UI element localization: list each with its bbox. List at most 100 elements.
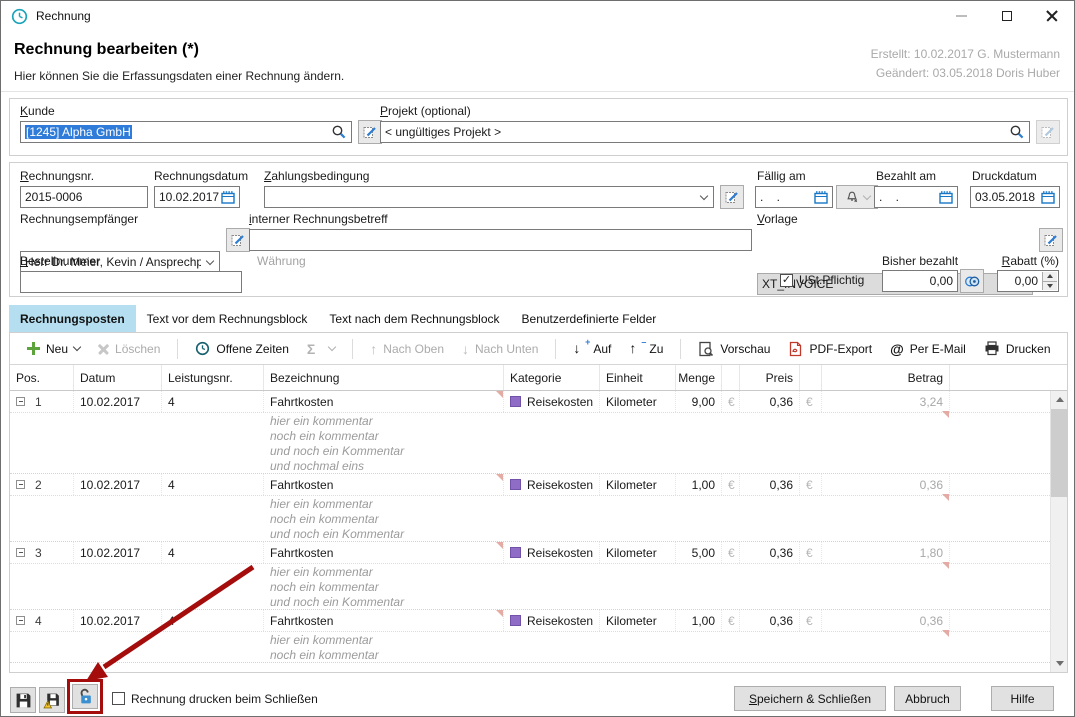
spin-down-icon[interactable]	[1043, 282, 1057, 291]
collapse-row-icon[interactable]	[16, 480, 25, 489]
sum-button[interactable]: Σ	[302, 338, 340, 360]
category-color-swatch	[510, 615, 521, 626]
move-down-button[interactable]: ↓ Nach Unten	[457, 339, 543, 359]
col-menge[interactable]: Menge	[676, 365, 722, 390]
page-subtitle: Hier können Sie die Erfassungsdaten eine…	[14, 69, 344, 83]
table-row[interactable]: 1 10.02.2017 4 Fahrtkosten Reisekosten K…	[10, 391, 1050, 474]
table-header: Pos. Datum Leistungsnr. Bezeichnung Kate…	[10, 365, 1067, 391]
col-leistungsnr[interactable]: Leistungsnr.	[162, 365, 264, 390]
vorlage-label: Vorlage	[757, 212, 798, 226]
col-betrag[interactable]: Betrag	[822, 365, 950, 390]
email-button[interactable]: @ Per E-Mail	[885, 338, 971, 360]
position-comment: hier ein kommentar	[10, 496, 1050, 511]
maximize-button[interactable]	[984, 1, 1029, 31]
collapse-row-icon[interactable]	[16, 616, 25, 625]
changed-marker	[942, 494, 949, 501]
bisher-bezahlt-input[interactable]: 0,00	[882, 270, 958, 292]
scroll-down-icon[interactable]	[1051, 655, 1068, 672]
modified-info: Geändert: 03.05.2018 Doris Huber	[871, 64, 1060, 83]
search-icon	[1009, 124, 1025, 140]
expand-all-button[interactable]: ↓ + Auf	[568, 338, 616, 359]
spin-up-icon[interactable]	[1043, 272, 1057, 282]
save-and-close-button[interactable]: Speichern & Schließen	[734, 686, 886, 711]
col-kategorie[interactable]: Kategorie	[504, 365, 600, 390]
col-pos[interactable]: Pos.	[10, 365, 74, 390]
spinner-buttons[interactable]	[1042, 272, 1057, 290]
table-row[interactable]: 3 10.02.2017 4 Fahrtkosten Reisekosten K…	[10, 542, 1050, 610]
collapse-row-icon[interactable]	[16, 397, 25, 406]
annotation-highlight-box	[67, 679, 103, 714]
tab-text-vor-rechnungsblock[interactable]: Text vor dem Rechnungsblock	[136, 305, 319, 332]
close-button[interactable]	[1029, 1, 1074, 31]
chevron-down-icon	[700, 192, 708, 200]
collapse-row-icon[interactable]	[16, 548, 25, 557]
print-button[interactable]: Drucken	[979, 338, 1056, 359]
faellig-am-input[interactable]: . .	[755, 186, 833, 208]
druckdatum-input[interactable]: 03.05.2018	[970, 186, 1060, 208]
toolbar-separator	[352, 339, 353, 359]
col-currency-2	[800, 365, 822, 390]
zahlungsbedingung-combobox[interactable]	[264, 186, 714, 208]
preview-button[interactable]: Vorschau	[693, 338, 775, 360]
table-row[interactable]: 2 10.02.2017 4 Fahrtkosten Reisekosten K…	[10, 474, 1050, 542]
bestellnummer-label: Bestellnummer	[20, 254, 100, 268]
position-comment: noch ein kommentar	[10, 428, 1050, 443]
ust-pflichtig-checkbox[interactable]: ✓	[780, 274, 793, 287]
projekt-edit-button[interactable]	[1036, 120, 1060, 144]
table-row[interactable]: 4 10.02.2017 4 Fahrtkosten Reisekosten K…	[10, 610, 1050, 663]
invoice-window: Rechnung Rechnung bearbeiten (*) Hier kö…	[0, 0, 1075, 717]
betreff-input[interactable]	[249, 229, 752, 251]
move-up-button[interactable]: ↑ Nach Oben	[365, 339, 449, 359]
changed-marker	[496, 542, 503, 549]
rechnungsempfaenger-edit-button[interactable]	[226, 228, 250, 252]
help-button[interactable]: Hilfe	[991, 686, 1054, 711]
kunde-edit-button[interactable]	[358, 120, 382, 144]
pdf-export-button[interactable]: PDF-Export	[783, 338, 877, 360]
scroll-up-icon[interactable]	[1051, 391, 1068, 408]
col-preis[interactable]: Preis	[740, 365, 800, 390]
ust-pflichtig-label: USt.Pflichtig	[799, 273, 864, 287]
rabatt-spinner[interactable]: 0,00	[997, 270, 1059, 292]
print-on-close-checkbox[interactable]	[112, 692, 125, 705]
save-as-template-button[interactable]	[39, 687, 65, 713]
col-currency-1	[722, 365, 740, 390]
bestellnummer-input[interactable]	[20, 271, 242, 293]
col-bezeichnung[interactable]: Bezeichnung	[264, 365, 504, 390]
vertical-scrollbar[interactable]	[1050, 391, 1067, 672]
tab-benutzerdefinierte-felder[interactable]: Benutzerdefinierte Felder	[511, 305, 668, 332]
scrollbar-thumb[interactable]	[1051, 409, 1068, 497]
col-einheit[interactable]: Einheit	[600, 365, 676, 390]
rechnungsdatum-input[interactable]: 10.02.2017	[154, 186, 240, 208]
edit-pencil-icon	[362, 124, 378, 140]
collapse-all-button[interactable]: ↑ – Zu	[624, 338, 668, 359]
waehrung-label: Währung	[257, 254, 306, 268]
open-times-button[interactable]: Offene Zeiten	[190, 338, 294, 359]
kunde-input[interactable]: [1245] Alpha GmbH	[20, 121, 352, 143]
delete-item-button[interactable]: Löschen	[93, 339, 165, 359]
projekt-input[interactable]: < ungültiges Projekt >	[380, 121, 1030, 143]
toolbar-separator	[555, 339, 556, 359]
col-datum[interactable]: Datum	[74, 365, 162, 390]
new-item-button[interactable]: Neu	[22, 339, 85, 359]
bezahlt-am-input[interactable]: . .	[874, 186, 958, 208]
category-color-swatch	[510, 547, 521, 558]
payments-button[interactable]	[960, 269, 984, 293]
save-button[interactable]	[10, 687, 36, 713]
rabatt-label: Rabatt (%)	[995, 254, 1059, 268]
reminder-dropdown-button[interactable]	[836, 185, 878, 209]
changed-marker	[496, 610, 503, 617]
calendar-icon	[939, 191, 953, 204]
position-comment: noch ein kommentar	[10, 511, 1050, 526]
toolbar-separator	[680, 339, 681, 359]
positions-toolbar: Neu Löschen Offene Zeiten Σ	[10, 333, 1067, 365]
vorlage-edit-button[interactable]	[1039, 228, 1063, 252]
table-body: 1 10.02.2017 4 Fahrtkosten Reisekosten K…	[10, 391, 1050, 672]
tab-text-nach-rechnungsblock[interactable]: Text nach dem Rechnungsblock	[318, 305, 510, 332]
rechnungsnr-input[interactable]: 2015-0006	[20, 186, 148, 208]
position-comment: und noch ein Kommentar	[10, 526, 1050, 541]
cancel-button[interactable]: Abbruch	[894, 686, 961, 711]
minimize-icon	[956, 15, 967, 17]
zahlungsbedingung-edit-button[interactable]	[720, 185, 744, 209]
minimize-button[interactable]	[939, 1, 984, 31]
tab-rechnungsposten[interactable]: Rechnungsposten	[9, 305, 136, 332]
